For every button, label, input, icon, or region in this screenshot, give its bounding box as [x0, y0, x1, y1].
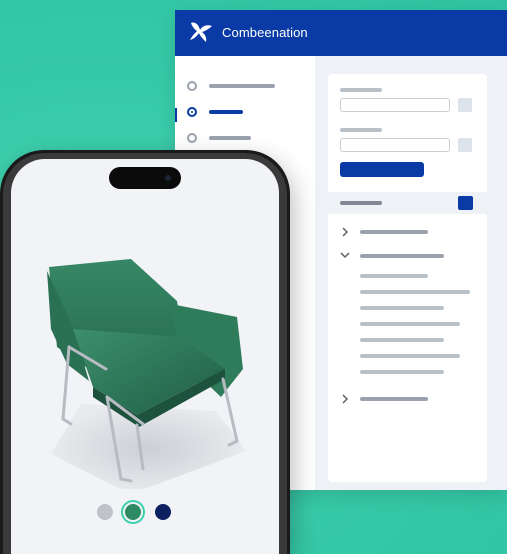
bee-logo-icon [190, 22, 212, 42]
tree-child-placeholder[interactable] [360, 338, 444, 342]
camera-icon [165, 175, 171, 181]
tree-child-placeholder[interactable] [360, 322, 460, 326]
tree-child-placeholder[interactable] [360, 370, 444, 374]
tree-item-placeholder[interactable] [360, 230, 428, 234]
tree-item-placeholder[interactable] [360, 254, 444, 258]
tree-child-placeholder[interactable] [360, 274, 428, 278]
dynamic-island [109, 167, 181, 189]
tree-item-placeholder[interactable] [360, 397, 428, 401]
sidebar-item-2[interactable] [187, 104, 307, 124]
settings-panel [328, 74, 487, 482]
sidebar-item-label-placeholder [209, 84, 275, 88]
section-label-placeholder [340, 201, 382, 205]
chevron-right-icon[interactable] [340, 394, 350, 404]
sidebar-item-3[interactable] [187, 130, 307, 150]
active-indicator [175, 108, 177, 122]
field-label-placeholder [340, 128, 382, 132]
armchair-3d-view[interactable] [11, 219, 279, 489]
phone-screen [11, 159, 279, 554]
main-area [315, 56, 507, 490]
phone-mockup [0, 150, 290, 554]
section-toggle[interactable] [458, 196, 473, 210]
input-option-box[interactable] [458, 98, 472, 112]
input-option-box[interactable] [458, 138, 472, 152]
chevron-down-icon[interactable] [340, 250, 350, 260]
text-input[interactable] [340, 98, 450, 112]
sidebar-item-1[interactable] [187, 78, 307, 98]
radio-icon [187, 133, 197, 143]
section-header[interactable] [328, 192, 487, 214]
tree-child-placeholder[interactable] [360, 290, 470, 294]
chevron-right-icon[interactable] [340, 227, 350, 237]
app-title: Combeenation [222, 25, 308, 40]
swatch-navy[interactable] [155, 504, 171, 520]
color-swatches [97, 502, 197, 522]
text-input[interactable] [340, 138, 450, 152]
primary-button[interactable] [340, 162, 424, 177]
title-bar: Combeenation [175, 10, 507, 56]
sidebar-item-label-placeholder [209, 136, 251, 140]
radio-icon [187, 107, 197, 117]
tree-child-placeholder[interactable] [360, 354, 460, 358]
tree-child-placeholder[interactable] [360, 306, 444, 310]
field-label-placeholder [340, 88, 382, 92]
swatch-green-selected[interactable] [125, 504, 141, 520]
sidebar-item-label-placeholder [209, 110, 243, 114]
swatch-grey[interactable] [97, 504, 113, 520]
radio-icon [187, 81, 197, 91]
